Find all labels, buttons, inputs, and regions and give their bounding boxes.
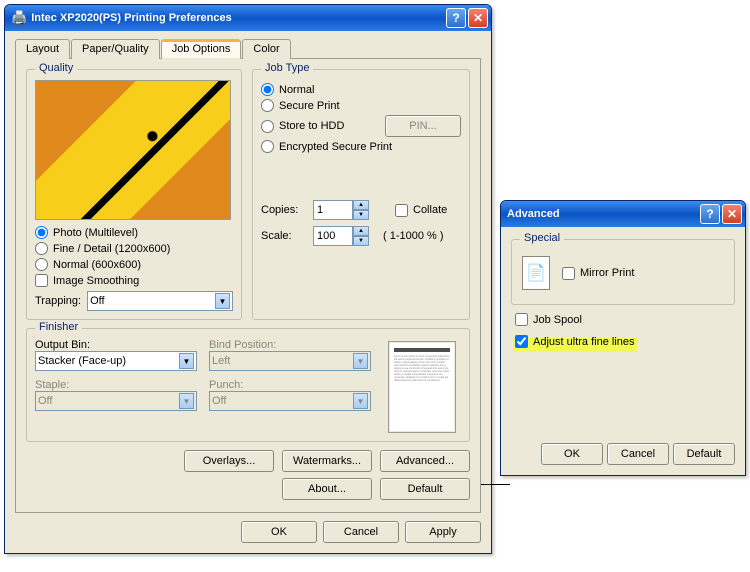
chevron-down-icon: ▼ <box>215 293 230 309</box>
cancel-button[interactable]: Cancel <box>323 521 399 543</box>
finisher-group: Finisher Output Bin: Stacker (Face-up) ▼… <box>26 328 470 442</box>
quality-legend: Quality <box>35 62 77 74</box>
default-button[interactable]: Default <box>380 478 470 500</box>
output-bin-select[interactable]: Stacker (Face-up) ▼ <box>35 351 197 371</box>
adjust-lines-highlight: Adjust ultra fine lines <box>513 338 637 352</box>
finisher-legend: Finisher <box>35 321 82 333</box>
pin-button[interactable]: PIN... <box>385 115 461 137</box>
help-button[interactable]: ? <box>446 8 466 28</box>
image-smoothing-check[interactable]: Image Smoothing <box>35 274 233 287</box>
main-titlebar: 🖨️ Intec XP2020(PS) Printing Preferences… <box>5 5 491 31</box>
quality-normal-radio[interactable]: Normal (600x600) <box>35 258 233 271</box>
mirror-print-check[interactable]: Mirror Print <box>562 267 634 280</box>
jobtype-encrypted-radio[interactable]: Encrypted Secure Print <box>261 140 461 153</box>
punch-label: Punch: <box>209 379 371 391</box>
special-group: Special 📄 Mirror Print <box>511 239 735 305</box>
scale-input[interactable]: ▲▼ <box>313 226 369 246</box>
apply-button[interactable]: Apply <box>405 521 481 543</box>
spin-up-icon[interactable]: ▲ <box>353 200 369 210</box>
staple-select: Off ▼ <box>35 391 197 411</box>
jobtype-store-radio[interactable]: Store to HDD <box>261 120 379 133</box>
main-window: 🖨️ Intec XP2020(PS) Printing Preferences… <box>4 4 492 554</box>
output-bin-label: Output Bin: <box>35 339 197 351</box>
chevron-down-icon: ▼ <box>179 353 194 369</box>
tab-layout[interactable]: Layout <box>15 39 70 59</box>
spin-up-icon[interactable]: ▲ <box>353 226 369 236</box>
special-legend: Special <box>520 232 564 244</box>
overlays-button[interactable]: Overlays... <box>184 450 274 472</box>
main-title: Intec XP2020(PS) Printing Preferences <box>31 12 232 24</box>
jobtype-normal-radio[interactable]: Normal <box>261 83 461 96</box>
jobtype-legend: Job Type <box>261 62 313 74</box>
page-preview-thumb: Lorem ipsum dolor sit amet consectetur a… <box>388 341 456 433</box>
scale-range: ( 1-1000 % ) <box>383 230 444 242</box>
adv-ok-button[interactable]: OK <box>541 443 603 465</box>
scale-label: Scale: <box>261 230 307 242</box>
advanced-title: Advanced <box>507 208 560 220</box>
bind-label: Bind Position: <box>209 339 371 351</box>
quality-fine-radio[interactable]: Fine / Detail (1200x600) <box>35 242 233 255</box>
adv-close-button[interactable]: ✕ <box>722 204 742 224</box>
chevron-down-icon: ▼ <box>179 393 194 409</box>
trapping-select[interactable]: Off ▼ <box>87 291 233 311</box>
tab-job-options[interactable]: Job Options <box>161 39 242 59</box>
adv-default-button[interactable]: Default <box>673 443 735 465</box>
staple-label: Staple: <box>35 379 197 391</box>
punch-select: Off ▼ <box>209 391 371 411</box>
copies-input[interactable]: ▲▼ <box>313 200 369 220</box>
chevron-down-icon: ▼ <box>353 393 368 409</box>
advanced-window: Advanced ? ✕ Special 📄 Mirror Print Job … <box>500 200 746 476</box>
quality-group: Quality Photo (Multilevel) Fine / Detail… <box>26 69 242 320</box>
chevron-down-icon: ▼ <box>353 353 368 369</box>
tab-paper-quality[interactable]: Paper/Quality <box>71 39 160 59</box>
copies-label: Copies: <box>261 204 307 216</box>
quality-preview-image <box>35 80 231 220</box>
printer-icon: 🖨️ <box>11 10 27 26</box>
tab-color[interactable]: Color <box>242 39 290 59</box>
tabpanel-job-options: Quality Photo (Multilevel) Fine / Detail… <box>15 58 481 513</box>
spin-down-icon[interactable]: ▼ <box>353 210 369 220</box>
adv-help-button[interactable]: ? <box>700 204 720 224</box>
close-button[interactable]: ✕ <box>468 8 488 28</box>
spin-down-icon[interactable]: ▼ <box>353 236 369 246</box>
mirror-print-icon: 📄 <box>522 256 550 290</box>
watermarks-button[interactable]: Watermarks... <box>282 450 372 472</box>
advanced-titlebar: Advanced ? ✕ <box>501 201 745 227</box>
bind-select: Left ▼ <box>209 351 371 371</box>
adjust-lines-check[interactable]: Adjust ultra fine lines <box>515 335 635 348</box>
ok-button[interactable]: OK <box>241 521 317 543</box>
tabs: Layout Paper/Quality Job Options Color <box>15 39 481 59</box>
job-spool-check[interactable]: Job Spool <box>515 313 735 326</box>
collate-check[interactable]: Collate <box>395 204 447 217</box>
trapping-label: Trapping: <box>35 295 81 307</box>
adv-cancel-button[interactable]: Cancel <box>607 443 669 465</box>
quality-photo-radio[interactable]: Photo (Multilevel) <box>35 226 233 239</box>
jobtype-group: Job Type Normal Secure Print Store to HD… <box>252 69 470 320</box>
jobtype-secure-radio[interactable]: Secure Print <box>261 99 461 112</box>
about-button[interactable]: About... <box>282 478 372 500</box>
advanced-button[interactable]: Advanced... <box>380 450 470 472</box>
